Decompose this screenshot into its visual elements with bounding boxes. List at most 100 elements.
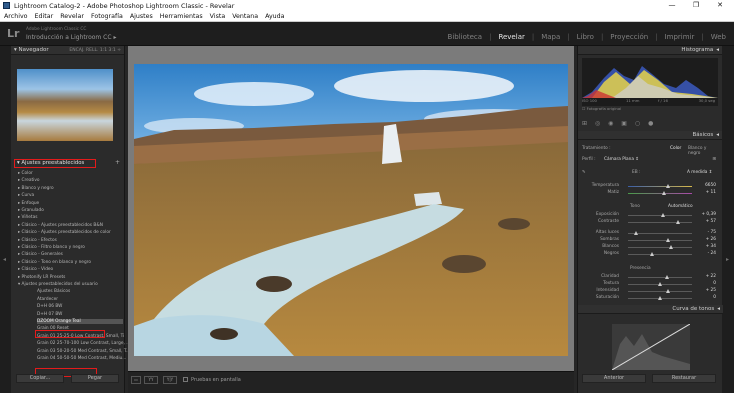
graduated-filter-icon[interactable]: ▣ xyxy=(621,120,627,127)
preset-item[interactable]: ▸ Granulado xyxy=(18,208,44,213)
slider-value[interactable]: 6650 xyxy=(705,183,716,188)
treatment-bw[interactable]: Blanco y negro xyxy=(688,146,719,156)
loupe-view-button[interactable]: ▭ xyxy=(131,376,141,384)
left-panel-toggle-icon[interactable]: ◂ xyxy=(3,256,6,263)
slider-knob[interactable] xyxy=(658,282,662,286)
slider-value[interactable]: 0 xyxy=(713,295,716,300)
before-after-split-button[interactable]: Y|Y xyxy=(163,376,177,384)
preset-item[interactable]: ▸ Clásico - Ajustes preestablecidos de c… xyxy=(18,230,111,235)
slider-knob[interactable] xyxy=(675,220,680,224)
preset-item[interactable]: ▸ Photonify LR Presets xyxy=(18,275,65,280)
preset-item[interactable]: ▸ Viñetas xyxy=(18,215,38,220)
slider-knob[interactable] xyxy=(658,296,662,300)
preset-item[interactable]: D+H 06 BW xyxy=(37,304,62,309)
preset-item[interactable]: ▾ Ajustes preestablecidos del usuario xyxy=(18,282,98,287)
preset-item[interactable]: DZOOM Orange Teal xyxy=(37,319,123,324)
preset-item[interactable]: Ajustes Básicos xyxy=(37,289,70,294)
slider-knob[interactable] xyxy=(660,213,665,217)
close-button[interactable]: ✕ xyxy=(708,0,732,11)
preset-item[interactable]: ▸ Clásico - Generales xyxy=(18,252,63,257)
slider-track[interactable] xyxy=(628,191,692,195)
wb-eyedropper-icon[interactable]: ✎ xyxy=(582,170,586,175)
histogram-header[interactable]: Histograma ◂ xyxy=(578,46,722,55)
slider-track[interactable] xyxy=(628,238,692,242)
preset-item[interactable]: ▸ Enfoque xyxy=(18,201,39,206)
slider-track[interactable] xyxy=(628,275,692,279)
menu-editar[interactable]: Editar xyxy=(35,13,54,20)
copy-button[interactable]: Copiar... xyxy=(16,374,64,383)
slider-knob[interactable] xyxy=(633,231,638,235)
slider-value[interactable]: + 34 xyxy=(706,244,716,249)
main-photo[interactable] xyxy=(134,64,568,356)
preset-item[interactable]: ▸ Clásico - Filtro blanco y negro xyxy=(18,245,85,250)
slider-knob[interactable] xyxy=(665,289,670,293)
slider-knob[interactable] xyxy=(650,252,655,256)
presets-header[interactable]: ▾ Ajustes preestablecidos xyxy=(14,159,96,168)
slider-value[interactable]: + 57 xyxy=(706,219,716,224)
tone-curve-graph[interactable] xyxy=(611,323,691,371)
navigator-header[interactable]: ▾ Navegador ENCAJ. RELL. 1:1 3:1 ÷ xyxy=(11,46,124,55)
zoom-options[interactable]: ENCAJ. RELL. 1:1 3:1 ÷ xyxy=(69,48,121,53)
slider-track[interactable] xyxy=(628,282,692,286)
auto-tone-button[interactable]: Automático xyxy=(668,204,693,209)
maximize-button[interactable]: ❐ xyxy=(684,0,708,11)
preset-item[interactable]: ▸ Clásico - Ajustes preestablecidos B&N xyxy=(18,223,103,228)
slider-knob[interactable] xyxy=(666,238,671,242)
menu-vista[interactable]: Vista xyxy=(210,13,226,20)
slider-value[interactable]: - 75 xyxy=(708,230,716,235)
wb-select[interactable]: A medida ⇕ xyxy=(687,170,712,175)
preset-item[interactable]: ▸ Blanco y negro xyxy=(18,186,54,191)
red-eye-icon[interactable]: ◉ xyxy=(608,120,613,127)
soft-proof-checkbox[interactable] xyxy=(183,377,188,382)
menu-ayuda[interactable]: Ayuda xyxy=(265,13,284,20)
slider-value[interactable]: + 22 xyxy=(706,274,716,279)
module-proyeccion[interactable]: Proyección xyxy=(610,33,648,41)
preset-item[interactable]: ▸ Clásico - Tono en blanco y negro xyxy=(18,260,91,265)
before-after-button[interactable]: YY xyxy=(144,376,158,384)
slider-track[interactable] xyxy=(628,184,692,188)
slider-track[interactable] xyxy=(628,220,692,224)
preset-item[interactable]: Grain 03 50-20-50 Med Contrast, Small, T… xyxy=(37,349,130,354)
navigator-preview[interactable] xyxy=(17,69,113,141)
preset-item[interactable]: D+H 07 BW xyxy=(37,312,62,317)
paste-button[interactable]: Pegar xyxy=(71,374,119,383)
previous-button[interactable]: Anterior xyxy=(582,374,646,383)
menu-revelar[interactable]: Revelar xyxy=(60,13,84,20)
module-imprimir[interactable]: Imprimir xyxy=(665,33,695,41)
profile-select[interactable]: Cámara Plana ⇕ xyxy=(604,157,639,162)
brush-icon[interactable]: ● xyxy=(648,120,653,127)
slider-value[interactable]: + 0,39 xyxy=(701,212,716,217)
reset-button[interactable]: Restaurar xyxy=(652,374,716,383)
slider-knob[interactable] xyxy=(665,184,670,188)
preset-item[interactable]: ▸ Clásico - Efectos xyxy=(18,238,57,243)
slider-value[interactable]: + 25 xyxy=(706,288,716,293)
preset-item[interactable]: ▸ Curva xyxy=(18,193,34,198)
module-revelar[interactable]: Revelar xyxy=(498,33,524,41)
add-preset-icon[interactable]: + xyxy=(115,159,120,166)
basic-header[interactable]: Básicos ◂ xyxy=(578,131,722,140)
preset-item[interactable]: Grain 02 25-70-100 Low Contrast, Large, … xyxy=(37,341,130,346)
slider-value[interactable]: 0 xyxy=(713,281,716,286)
module-mapa[interactable]: Mapa xyxy=(541,33,560,41)
original-photo-toggle[interactable]: ☐ Fotografía original xyxy=(582,106,719,111)
slider-track[interactable] xyxy=(628,213,692,217)
minimize-button[interactable]: — xyxy=(660,0,684,11)
right-panel-toggle-icon[interactable]: ▸ xyxy=(726,256,729,263)
menu-ventana[interactable]: Ventana xyxy=(232,13,258,20)
menu-archivo[interactable]: Archivo xyxy=(4,13,28,20)
tone-curve-header[interactable]: Curva de tonos ◂ xyxy=(578,305,723,314)
menu-herramientas[interactable]: Herramientas xyxy=(160,13,203,20)
spot-removal-icon[interactable]: ◎ xyxy=(595,120,600,127)
preset-item[interactable]: Grain 04 50-50-50 Med Contrast, Mediu... xyxy=(37,356,126,361)
menu-ajustes[interactable]: Ajustes xyxy=(130,13,153,20)
slider-track[interactable] xyxy=(628,231,692,235)
preset-item[interactable]: Atardecer xyxy=(37,297,58,302)
module-libro[interactable]: Libro xyxy=(577,33,594,41)
slider-knob[interactable] xyxy=(665,275,670,279)
module-biblioteca[interactable]: Biblioteca xyxy=(448,33,483,41)
slider-track[interactable] xyxy=(628,296,692,300)
crop-tool-icon[interactable]: ⊞ xyxy=(582,120,587,127)
slider-track[interactable] xyxy=(628,252,692,256)
slider-value[interactable]: - 24 xyxy=(708,251,716,256)
profile-browser-icon[interactable]: ⊞ xyxy=(712,157,716,162)
